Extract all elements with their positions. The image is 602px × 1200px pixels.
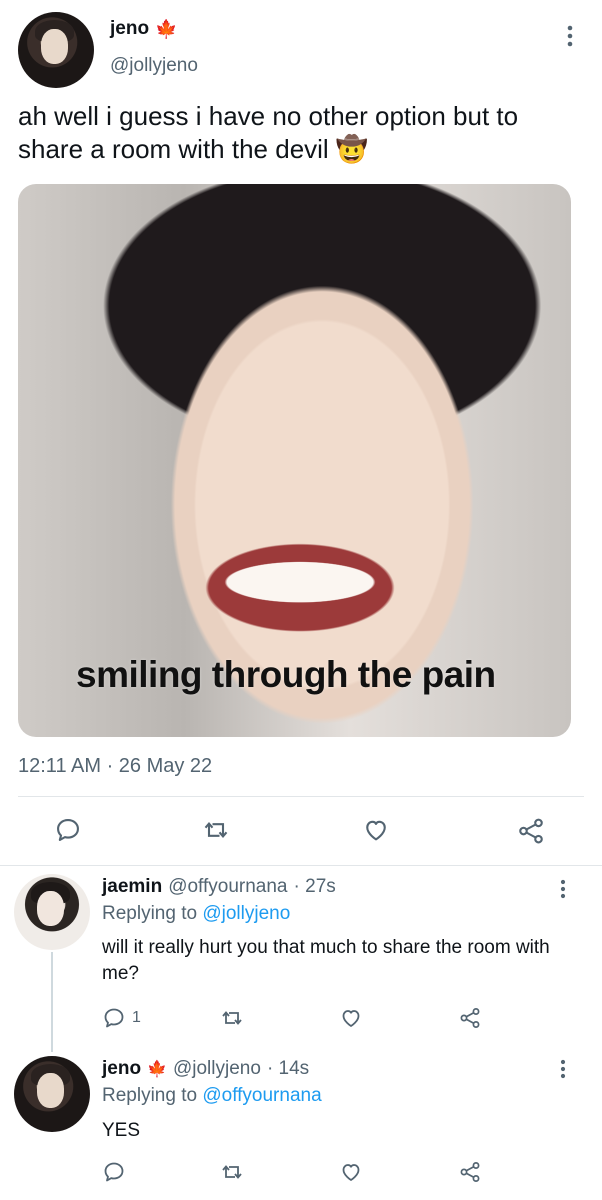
reply-count: 1 [132,1009,141,1026]
reply-icon [104,1162,124,1182]
tweet-media-image[interactable]: smiling through the pain [18,184,571,737]
reply-button[interactable]: 1 [102,1006,141,1030]
reply-text: will it really hurt you that much to sha… [102,937,550,984]
reply-handle[interactable]: @offyournana [168,876,287,898]
reply-display-name[interactable]: jeno [102,1058,141,1080]
reply-handle[interactable]: @jollyjeno [173,1058,261,1080]
retweet-icon [222,1165,242,1179]
retweet-button[interactable] [220,1160,244,1184]
author-name-row[interactable]: jeno 🍁 [110,18,177,40]
like-icon [366,820,386,841]
maple-leaf-icon: 🍁 [147,1061,167,1078]
retweet-button[interactable] [202,816,230,844]
author-handle[interactable]: @jollyjeno [110,55,198,77]
tweet-text: ah well i guess i have no other option b… [18,101,519,164]
more-options-button[interactable] [562,24,578,50]
avatar-face [36,1072,65,1108]
reply-button[interactable] [54,816,82,844]
like-button[interactable] [339,1006,363,1030]
replying-to-line: Replying to @jollyjeno [102,903,290,925]
reply-header: jeno 🍁 @jollyjeno · 14s [102,1058,309,1080]
maple-leaf-icon: 🍁 [155,18,178,39]
media-caption: smiling through the pain [76,654,496,695]
replying-to-link[interactable]: @offyournana [202,1085,321,1106]
share-icon [519,818,543,844]
retweet-icon [222,1011,242,1025]
like-icon [342,1164,360,1181]
author-display-name[interactable]: jeno [110,18,149,40]
share-icon [460,1162,480,1182]
reply-button[interactable] [102,1160,126,1184]
reply-avatar[interactable] [14,874,90,950]
thread-line [51,952,53,1052]
retweet-icon [204,821,228,839]
replying-to-line: Replying to @offyournana [102,1085,322,1107]
replying-to-prefix: Replying to [102,1085,198,1106]
share-button[interactable] [458,1006,482,1030]
share-icon [460,1008,480,1028]
like-button[interactable] [362,816,390,844]
reply-text: YES [102,1120,141,1141]
divider [18,796,584,797]
share-button[interactable] [516,816,546,846]
more-vertical-icon [567,25,573,47]
reply-time[interactable]: · 27s [294,876,336,898]
reply-more-options-button[interactable] [556,878,570,902]
reply-avatar[interactable] [14,1056,90,1132]
share-button[interactable] [458,1160,482,1184]
more-vertical-icon [560,879,566,899]
retweet-button[interactable] [220,1006,244,1030]
more-vertical-icon [560,1059,566,1079]
divider [0,865,602,866]
like-button[interactable] [339,1160,363,1184]
reply-time[interactable]: · 14s [267,1058,309,1080]
reply-icon [104,1008,124,1028]
replying-to-link[interactable]: @jollyjeno [202,903,290,924]
reply-more-options-button[interactable] [556,1058,570,1082]
reply-header: jaemin @offyournana · 27s [102,876,336,898]
replying-to-prefix: Replying to [102,903,198,924]
reply-display-name[interactable]: jaemin [102,876,162,898]
avatar-face [40,28,69,64]
reply-icon [57,819,79,841]
like-icon [342,1010,360,1027]
avatar-face [36,890,65,926]
author-avatar[interactable] [18,12,94,88]
tweet-timestamp[interactable]: 12:11 AM · 26 May 22 [18,755,212,778]
